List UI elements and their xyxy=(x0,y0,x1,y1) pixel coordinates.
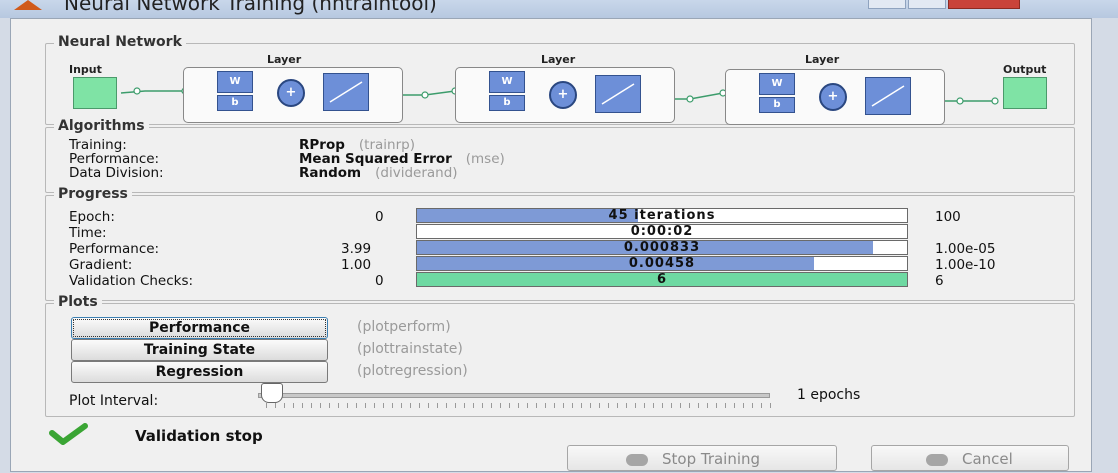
input-label: Input xyxy=(69,63,102,76)
progress-label-performance: Performance: xyxy=(69,241,160,257)
plot-training-state-button[interactable]: Training State xyxy=(71,339,328,361)
layer-3-bias-block: b xyxy=(759,97,795,113)
plot-performance-note: (plotperform) xyxy=(357,319,451,335)
plot-performance-button[interactable]: Performance xyxy=(71,317,328,339)
progress-end-gradient: 1.00e-10 xyxy=(935,257,996,273)
epoch-progress-bar: 45 iterations xyxy=(416,208,908,223)
progress-start-performance: 3.99 xyxy=(341,241,372,257)
progress-label-time: Time: xyxy=(69,225,107,241)
layer-2-sum-node: + xyxy=(549,81,577,109)
progress-end-performance: 1.00e-05 xyxy=(935,241,996,257)
stop-training-button[interactable]: Stop Training xyxy=(567,445,837,471)
layer-2-weight-block: W xyxy=(489,71,525,93)
progress-label-epoch: Epoch: xyxy=(69,209,115,225)
layer-3-weight-block: W xyxy=(759,73,795,95)
layer-3-transfer-icon xyxy=(865,77,911,115)
progress-start-epoch: 0 xyxy=(375,209,384,225)
layer-1-transfer-icon xyxy=(323,73,369,111)
matlab-app-icon xyxy=(14,0,42,10)
group-title-progress: Progress xyxy=(54,186,132,202)
layer-2-transfer-icon xyxy=(595,75,641,113)
output-label: Output xyxy=(1003,63,1047,76)
data-division-value: Random (dividerand) xyxy=(299,165,458,181)
layer-2-bias-block: b xyxy=(489,95,525,111)
stop-icon xyxy=(626,453,648,466)
layer-1-sum-node: + xyxy=(277,79,305,107)
plot-regression-button[interactable]: Regression xyxy=(71,361,328,383)
layer-3-sum-node: + xyxy=(819,83,847,111)
algorithms-group: Algorithms xyxy=(45,118,1075,193)
progress-end-epoch: 100 xyxy=(935,209,961,225)
layer-3-label: Layer xyxy=(805,53,840,66)
plot-regression-note: (plotregression) xyxy=(357,363,468,379)
performance-progress-bar: 0.000833 xyxy=(416,240,908,255)
group-title-algorithms: Algorithms xyxy=(54,118,149,134)
progress-end-validation: 6 xyxy=(935,273,944,289)
window-title-bar[interactable]: Neural Network Training (nntraintool) xyxy=(0,0,1118,18)
layer-1-bias-block: b xyxy=(217,95,253,111)
layer-1-label: Layer xyxy=(267,53,302,66)
input-node xyxy=(73,77,117,109)
plot-interval-slider-thumb[interactable] xyxy=(261,383,283,403)
group-title-plots: Plots xyxy=(54,294,102,310)
layer-2-label: Layer xyxy=(541,53,576,66)
gradient-progress-bar: 0.00458 xyxy=(416,256,908,271)
plot-interval-slider-track[interactable] xyxy=(258,393,770,398)
maximize-button[interactable] xyxy=(908,0,946,9)
status-message: Validation stop xyxy=(135,427,263,445)
plot-interval-value: 1 epochs xyxy=(797,387,861,403)
layer-1-weight-block: W xyxy=(217,71,253,93)
time-progress-bar: 0:00:02 xyxy=(416,224,908,239)
progress-label-validation: Validation Checks: xyxy=(69,273,194,289)
progress-label-gradient: Gradient: xyxy=(69,257,133,273)
plot-interval-label: Plot Interval: xyxy=(69,393,159,409)
progress-start-gradient: 1.00 xyxy=(341,257,372,273)
progress-start-validation: 0 xyxy=(375,273,384,289)
close-button[interactable] xyxy=(948,0,1020,9)
window-title: Neural Network Training (nntraintool) xyxy=(64,0,437,15)
minimize-button[interactable] xyxy=(868,0,906,9)
data-division-label: Data Division: xyxy=(69,165,164,181)
plot-training-state-note: (plottrainstate) xyxy=(357,341,463,357)
validation-progress-bar: 6 xyxy=(416,272,908,287)
cancel-button[interactable]: Cancel xyxy=(871,445,1069,471)
training-window: Neural Network Input Output Layer W b + … xyxy=(10,18,1092,472)
plot-interval-ticks xyxy=(266,403,771,408)
check-icon xyxy=(49,423,88,445)
output-node xyxy=(1003,77,1047,109)
cancel-icon xyxy=(926,453,948,466)
